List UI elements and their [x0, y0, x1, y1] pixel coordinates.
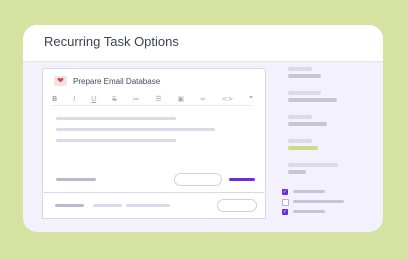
bold-icon[interactable]: B — [52, 96, 57, 103]
option-value — [288, 122, 327, 126]
checkbox-label — [293, 210, 325, 213]
panel-title: Recurring Task Options — [44, 34, 179, 49]
task-name: Prepare Email Database — [73, 76, 161, 86]
checkbox-unchecked[interactable] — [282, 199, 289, 206]
footer-line — [93, 204, 122, 207]
checkbox-checked[interactable]: ✓ — [282, 209, 288, 215]
heart-icon: ❤ — [54, 76, 67, 86]
option-label — [288, 67, 312, 71]
checkbox-checked[interactable]: ✓ — [282, 189, 288, 195]
option-value — [288, 74, 321, 78]
option-label — [288, 115, 312, 119]
footer-button[interactable] — [217, 199, 257, 212]
code-icon[interactable]: <> — [222, 96, 234, 103]
image-icon[interactable]: ▣ — [177, 96, 184, 103]
description-line — [56, 128, 215, 131]
panel-header: Recurring Task Options — [23, 25, 383, 62]
checkbox-label — [293, 190, 325, 193]
option-label — [288, 91, 321, 95]
italic-icon[interactable]: I — [73, 96, 75, 103]
save-button[interactable] — [229, 178, 255, 181]
ordered-list-icon[interactable]: ≔ — [132, 96, 139, 103]
checkbox-label — [293, 200, 344, 203]
editor-footer — [42, 193, 266, 219]
link-icon[interactable]: ∞ — [200, 96, 206, 103]
option-label — [288, 163, 338, 167]
footer-line — [55, 204, 84, 207]
bullet-list-icon[interactable]: ☰ — [155, 96, 161, 103]
underline-icon[interactable]: U — [91, 96, 96, 103]
formatting-toolbar: B I U S ≔ ☰ ▣ ∞ <> ❞ — [52, 94, 253, 106]
description-line — [56, 117, 176, 120]
quote-icon[interactable]: ❞ — [249, 96, 253, 103]
task-row[interactable]: ❤ Prepare Email Database — [54, 74, 160, 88]
option-value — [288, 98, 337, 102]
option-value-highlight — [288, 146, 318, 150]
cancel-button[interactable] — [174, 173, 222, 186]
description-line — [56, 139, 176, 142]
option-label — [288, 139, 312, 143]
task-editor: ❤ Prepare Email Database B I U S ≔ ☰ ▣ ∞… — [42, 68, 266, 193]
option-value — [288, 170, 306, 174]
strikethrough-icon[interactable]: S — [112, 96, 116, 103]
footer-line — [126, 204, 170, 207]
editor-status-line — [56, 178, 96, 181]
recurring-task-options-panel: Recurring Task Options ❤ Prepare Email D… — [23, 25, 383, 232]
